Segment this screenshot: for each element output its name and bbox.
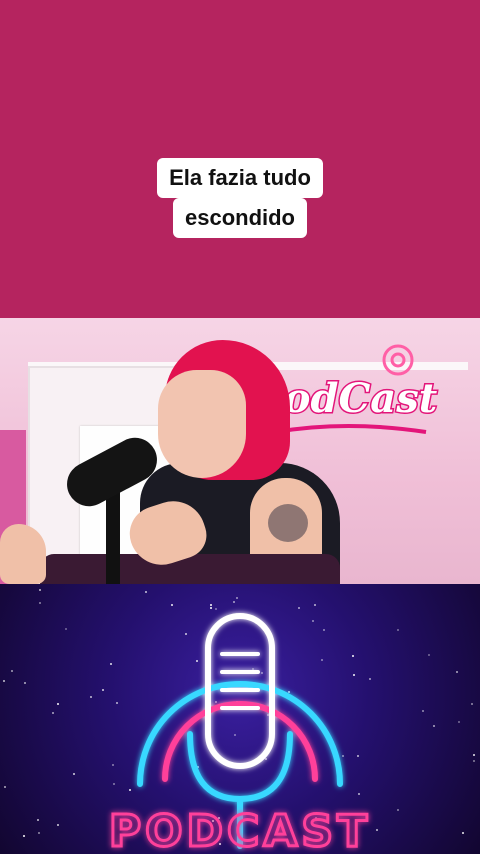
top-color-band: Ela fazia tudo escondido bbox=[0, 0, 480, 318]
jacket bbox=[40, 554, 340, 584]
tattoo bbox=[268, 504, 308, 542]
caption-line-2: escondido bbox=[172, 198, 307, 238]
person-hand-left bbox=[0, 524, 46, 584]
person-face bbox=[158, 370, 246, 478]
neon-podcast-graphic: PODCAST bbox=[0, 584, 480, 854]
neon-microphone-logo: PODCAST bbox=[107, 613, 371, 854]
video-frame[interactable]: PodCast bbox=[0, 318, 480, 584]
caption-line-1: Ela fazia tudo bbox=[157, 158, 323, 198]
caption-overlay: Ela fazia tudo escondido bbox=[0, 158, 480, 238]
neon-podcast-text: PODCAST bbox=[109, 806, 371, 854]
